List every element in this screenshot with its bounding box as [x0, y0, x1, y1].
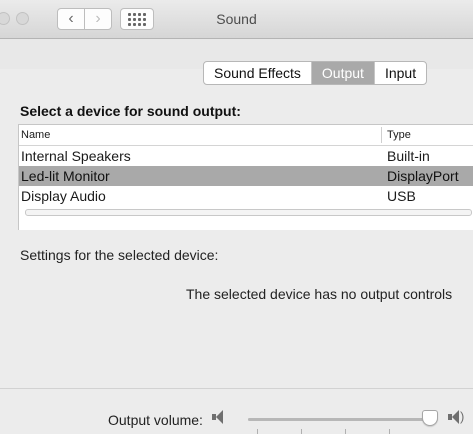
slider-fill — [248, 418, 431, 421]
device-name: Display Audio — [21, 188, 106, 204]
device-table: Name Type Internal Speakers Built-in Led… — [18, 124, 473, 230]
tab-bar: Sound Effects Output Input — [203, 61, 428, 85]
table-row[interactable]: Internal Speakers Built-in — [19, 146, 473, 166]
speaker-high-icon: ) — [448, 410, 464, 424]
section-title: Select a device for sound output: — [20, 103, 241, 119]
column-header-name[interactable]: Name — [21, 129, 50, 141]
device-name: Led-lit Monitor — [21, 168, 110, 184]
table-scrollbar[interactable] — [25, 209, 472, 216]
slider-tick — [389, 429, 390, 434]
table-header: Name Type — [19, 125, 473, 146]
settings-label: Settings for the selected device: — [20, 247, 219, 263]
slider-knob[interactable] — [422, 410, 439, 426]
column-header-type[interactable]: Type — [387, 129, 411, 141]
speaker-low-icon — [212, 410, 223, 424]
window-titlebar: ‹ › Sound — [0, 0, 473, 39]
slider-tick — [345, 429, 346, 434]
divider — [0, 388, 473, 389]
slider-tick — [257, 429, 258, 434]
tab-sound-effects[interactable]: Sound Effects — [204, 62, 312, 84]
output-volume-label: Output volume: — [108, 412, 203, 428]
device-type: USB — [387, 188, 416, 204]
no-controls-message: The selected device has no output contro… — [186, 286, 453, 302]
device-name: Internal Speakers — [21, 148, 131, 164]
slider-tick — [301, 429, 302, 434]
device-type: Built-in — [387, 148, 430, 164]
table-row-selected[interactable]: Led-lit Monitor DisplayPort — [19, 166, 473, 186]
table-row[interactable]: Display Audio USB — [19, 186, 473, 206]
tab-input[interactable]: Input — [375, 62, 426, 84]
tab-output[interactable]: Output — [311, 62, 375, 84]
output-volume-slider[interactable] — [248, 410, 439, 426]
window-title: Sound — [216, 11, 257, 27]
device-type: DisplayPort — [387, 168, 459, 184]
column-divider — [381, 127, 382, 143]
